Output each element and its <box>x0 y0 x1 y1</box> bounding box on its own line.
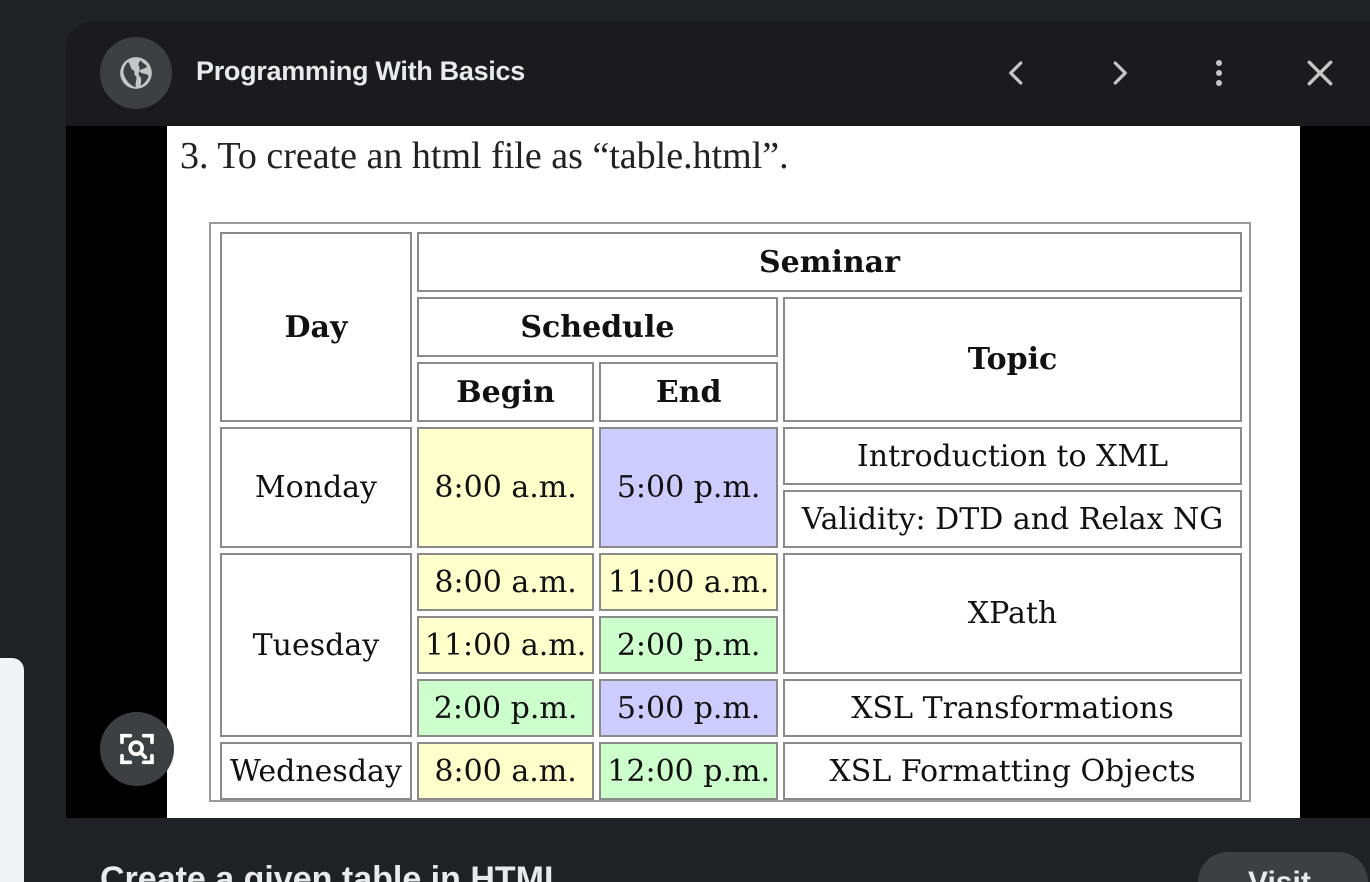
header-topic: Topic <box>783 297 1242 422</box>
more-options-button[interactable] <box>1192 46 1246 100</box>
next-button[interactable] <box>1092 46 1146 100</box>
site-title[interactable]: Programming With Basics <box>196 56 525 87</box>
page-caption: 3. To create an html file as “table.html… <box>180 135 789 177</box>
day-wednesday: Wednesday <box>220 742 412 800</box>
header-begin: Begin <box>416 362 595 422</box>
monday-end: 5:00 p.m. <box>599 427 778 548</box>
header-end: End <box>599 362 778 422</box>
tuesday-r1-begin: 8:00 a.m. <box>416 553 595 611</box>
wednesday-end: 12:00 p.m. <box>599 742 778 800</box>
wednesday-topic: XSL Formatting Objects <box>783 742 1242 800</box>
side-card <box>0 658 24 882</box>
monday-topic-2: Validity: DTD and Relax NG <box>783 490 1242 548</box>
tuesday-r3-begin: 2:00 p.m. <box>416 679 595 737</box>
chevron-left-icon <box>1009 61 1023 85</box>
tuesday-r2-begin: 11:00 a.m. <box>416 616 595 674</box>
site-favicon[interactable] <box>100 37 172 109</box>
tuesday-r3-end: 5:00 p.m. <box>599 679 778 737</box>
close-icon <box>1307 60 1333 86</box>
header-seminar: Seminar <box>416 232 1242 292</box>
tuesday-r2-end: 2:00 p.m. <box>599 616 778 674</box>
previous-button[interactable] <box>990 46 1044 100</box>
day-tuesday: Tuesday <box>220 553 412 737</box>
globe-icon <box>120 57 152 89</box>
chevron-right-icon <box>1113 61 1127 85</box>
tuesday-topic-2: XSL Transformations <box>783 679 1242 737</box>
result-title[interactable]: Create a given table in HTML <box>100 860 565 882</box>
close-button[interactable] <box>1293 46 1347 100</box>
tuesday-r1-end: 11:00 a.m. <box>599 553 778 611</box>
header-day: Day <box>220 232 412 422</box>
monday-topic-1: Introduction to XML <box>783 427 1242 485</box>
lens-search-icon <box>120 733 154 765</box>
seminar-table: Day Seminar Schedule Topic Begin End Mon… <box>215 227 1247 805</box>
tuesday-topic-1: XPath <box>783 553 1242 674</box>
wednesday-begin: 8:00 a.m. <box>416 742 595 800</box>
lens-search-button[interactable] <box>100 712 174 786</box>
header-schedule: Schedule <box>416 297 778 357</box>
more-vert-icon <box>1216 60 1222 86</box>
visit-button[interactable]: Visit <box>1198 852 1368 882</box>
day-monday: Monday <box>220 427 412 548</box>
monday-begin: 8:00 a.m. <box>416 427 595 548</box>
